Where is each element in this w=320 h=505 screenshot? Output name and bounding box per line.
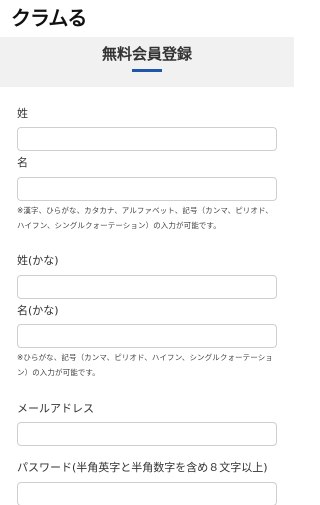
name-input-note: ※漢字、ひらがな、カタカナ、アルファベット、記号（カンマ、ピリオド、ハイフン、シ… xyxy=(17,206,273,230)
title-underline xyxy=(132,69,162,72)
site-logo[interactable]: クラムる xyxy=(11,5,87,31)
page-title: 無料会員登録 xyxy=(101,45,192,63)
site-header: クラムる xyxy=(0,0,294,37)
email-label: メールアドレス xyxy=(17,402,94,415)
first-name-label: 名 xyxy=(17,156,28,169)
last-name-label: 姓 xyxy=(17,107,28,120)
last-name-kana-label: 姓(かな) xyxy=(17,254,59,267)
last-name-kana-input[interactable] xyxy=(17,275,277,299)
first-name-kana-input[interactable] xyxy=(17,324,277,348)
password-label: パスワード(半角英字と半角数字を含め８文字以上) xyxy=(17,461,268,474)
email-input[interactable] xyxy=(17,422,277,446)
password-input[interactable] xyxy=(17,482,277,505)
kana-input-note: ※ひらがな、記号（カンマ、ピリオド、ハイフン、シングルクォーテーション）の入力が… xyxy=(17,353,273,377)
registration-page: クラムる 無料会員登録 姓 名 ※漢字、ひらがな、カタカナ、アルファベット、記号… xyxy=(0,0,294,505)
first-name-kana-label: 名(かな) xyxy=(17,304,59,317)
first-name-input[interactable] xyxy=(17,177,277,201)
last-name-input[interactable] xyxy=(17,127,277,151)
